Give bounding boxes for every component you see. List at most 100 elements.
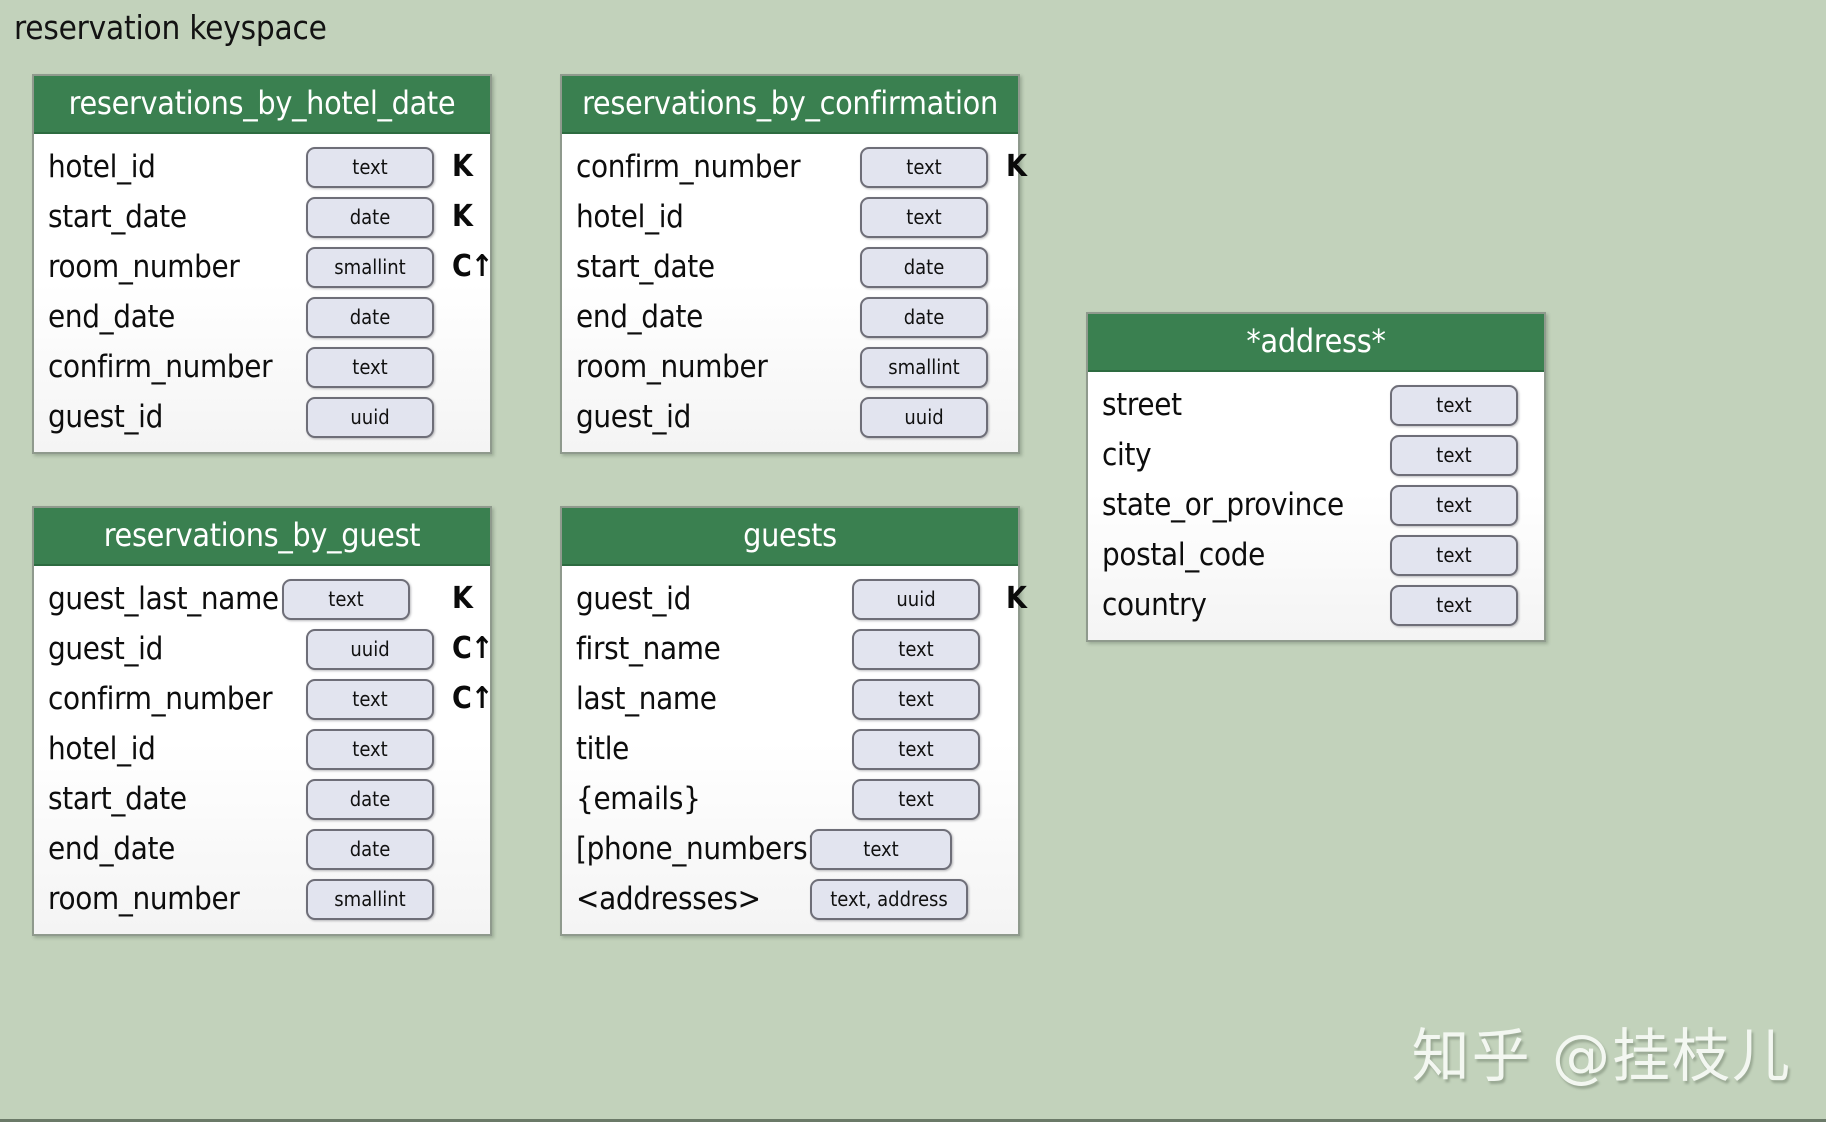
column-name: postal_code xyxy=(1102,536,1265,573)
column-type-badge[interactable]: text xyxy=(860,146,988,188)
table-row[interactable]: hotel_id text K xyxy=(34,142,490,192)
column-name: confirm_number xyxy=(48,680,273,717)
table-row[interactable]: room_number smallint xyxy=(34,874,490,924)
column-type-badge[interactable]: text xyxy=(1390,484,1518,526)
table-card[interactable]: reservations_by_confirmation confirm_numb… xyxy=(560,74,1027,454)
column-type-badge[interactable]: date xyxy=(306,828,434,870)
table-row[interactable]: title text xyxy=(562,724,1018,774)
column-type-badge[interactable]: date xyxy=(306,778,434,820)
column-type-badge[interactable]: text xyxy=(860,196,988,238)
table-title: guests xyxy=(562,508,1018,566)
column-type-badge[interactable]: text xyxy=(852,728,980,770)
column-type-badge[interactable]: uuid xyxy=(852,578,980,620)
table-row[interactable]: confirm_number text C↑ xyxy=(34,674,493,724)
table-card[interactable]: reservations_by_hotel_date hotel_id text Ks… xyxy=(32,74,493,454)
table-row[interactable]: last_name text xyxy=(562,674,1018,724)
table-row[interactable]: postal_code text xyxy=(1088,530,1544,580)
column-name: state_or_province xyxy=(1102,486,1344,523)
table-row[interactable]: [phone_numbers] text xyxy=(562,824,1018,874)
column-type-badge[interactable]: smallint xyxy=(306,246,434,288)
column-type-badge[interactable]: text xyxy=(1390,384,1518,426)
keyspace-label: reservation keyspace xyxy=(14,8,327,47)
key-marker: C↑ xyxy=(452,631,493,666)
column-type-badge[interactable]: date xyxy=(860,246,988,288)
column-name: hotel_id xyxy=(576,198,684,235)
column-type-badge[interactable]: uuid xyxy=(306,628,434,670)
column-name: end_date xyxy=(48,830,175,867)
column-type-badge[interactable]: text xyxy=(306,728,434,770)
table-row[interactable]: end_date date xyxy=(34,824,490,874)
table-row[interactable]: city text xyxy=(1088,430,1544,480)
column-name: guest_last_name xyxy=(48,580,279,617)
table-row[interactable]: start_date date xyxy=(562,242,1018,292)
table-row[interactable]: end_date date xyxy=(34,292,490,342)
table-row[interactable]: guest_id uuid xyxy=(562,392,1018,442)
column-name: start_date xyxy=(48,780,187,817)
table-column-list: guest_last_name text Kguest_id uuid C↑ confir… xyxy=(34,566,493,934)
column-name: city xyxy=(1102,436,1152,473)
column-name: last_name xyxy=(576,680,717,717)
column-type-badge[interactable]: date xyxy=(306,296,434,338)
column-type-badge[interactable]: text xyxy=(282,578,410,620)
column-type-badge[interactable]: text xyxy=(306,146,434,188)
column-type-badge[interactable]: text xyxy=(810,828,952,870)
column-type-badge[interactable]: text xyxy=(1390,584,1518,626)
column-type-badge[interactable]: date xyxy=(306,196,434,238)
column-type-badge[interactable]: uuid xyxy=(860,396,988,438)
table-column-list: street text city text state_or_province text p… xyxy=(1088,372,1544,640)
column-name: room_number xyxy=(576,348,768,385)
table-row[interactable]: street text xyxy=(1088,380,1544,430)
table-row[interactable]: hotel_id text xyxy=(562,192,1018,242)
table-row[interactable]: confirm_number text K xyxy=(562,142,1027,192)
table-row[interactable]: end_date date xyxy=(562,292,1018,342)
column-name: guest_id xyxy=(576,398,692,435)
table-row[interactable]: {emails} text xyxy=(562,774,1018,824)
column-type-badge[interactable]: text xyxy=(852,678,980,720)
column-type-badge[interactable]: uuid xyxy=(306,396,434,438)
table-row[interactable]: guest_id uuid K xyxy=(562,574,1027,624)
table-row[interactable]: first_name text xyxy=(562,624,1018,674)
column-type-badge[interactable]: text xyxy=(1390,534,1518,576)
table-row[interactable]: guest_id uuid C↑ xyxy=(34,624,493,674)
column-name: hotel_id xyxy=(48,730,156,767)
table-card[interactable]: *address* street text city text state_or_prov… xyxy=(1086,312,1546,642)
column-name: start_date xyxy=(48,198,187,235)
table-row[interactable]: confirm_number text xyxy=(34,342,490,392)
column-name: guest_id xyxy=(576,580,692,617)
table-card[interactable]: reservations_by_guest guest_last_name text… xyxy=(32,506,493,936)
column-type-badge[interactable]: text, address xyxy=(810,878,968,920)
column-name: end_date xyxy=(48,298,175,335)
key-marker: K xyxy=(1006,581,1027,616)
column-type-badge[interactable]: text xyxy=(306,346,434,388)
key-marker: C↑ xyxy=(452,681,493,716)
column-type-badge[interactable]: text xyxy=(852,778,980,820)
column-name: street xyxy=(1102,386,1182,423)
table-row[interactable]: guest_id uuid xyxy=(34,392,490,442)
table-row[interactable]: start_date date xyxy=(34,774,490,824)
table-row[interactable]: hotel_id text xyxy=(34,724,490,774)
column-type-badge[interactable]: smallint xyxy=(306,878,434,920)
table-column-list: hotel_id text Kstart_date date Kroom_number s… xyxy=(34,134,493,452)
key-marker: K xyxy=(1006,149,1027,184)
column-type-badge[interactable]: text xyxy=(1390,434,1518,476)
column-type-badge[interactable]: text xyxy=(306,678,434,720)
column-type-badge[interactable]: text xyxy=(852,628,980,670)
column-name: end_date xyxy=(576,298,703,335)
table-card[interactable]: guests guest_id uuid Kfirst_name text last_na… xyxy=(560,506,1027,936)
table-row[interactable]: state_or_province text xyxy=(1088,480,1544,530)
column-type-badge[interactable]: smallint xyxy=(860,346,988,388)
key-marker: C↑ xyxy=(452,249,493,284)
column-name: {emails} xyxy=(576,780,701,817)
column-name: confirm_number xyxy=(48,348,273,385)
diagram-canvas: reservation keyspace reservations_by_hot… xyxy=(0,0,1826,1119)
table-row[interactable]: room_number smallint C↑ xyxy=(34,242,493,292)
table-row[interactable]: <addresses> text, address xyxy=(562,874,1018,924)
column-name: first_name xyxy=(576,630,721,667)
table-title: reservations_by_confirmation xyxy=(562,76,1018,134)
column-name: guest_id xyxy=(48,398,164,435)
table-row[interactable]: room_number smallint xyxy=(562,342,1018,392)
table-row[interactable]: country text xyxy=(1088,580,1544,630)
column-type-badge[interactable]: date xyxy=(860,296,988,338)
table-row[interactable]: start_date date K xyxy=(34,192,490,242)
table-row[interactable]: guest_last_name text K xyxy=(34,574,490,624)
